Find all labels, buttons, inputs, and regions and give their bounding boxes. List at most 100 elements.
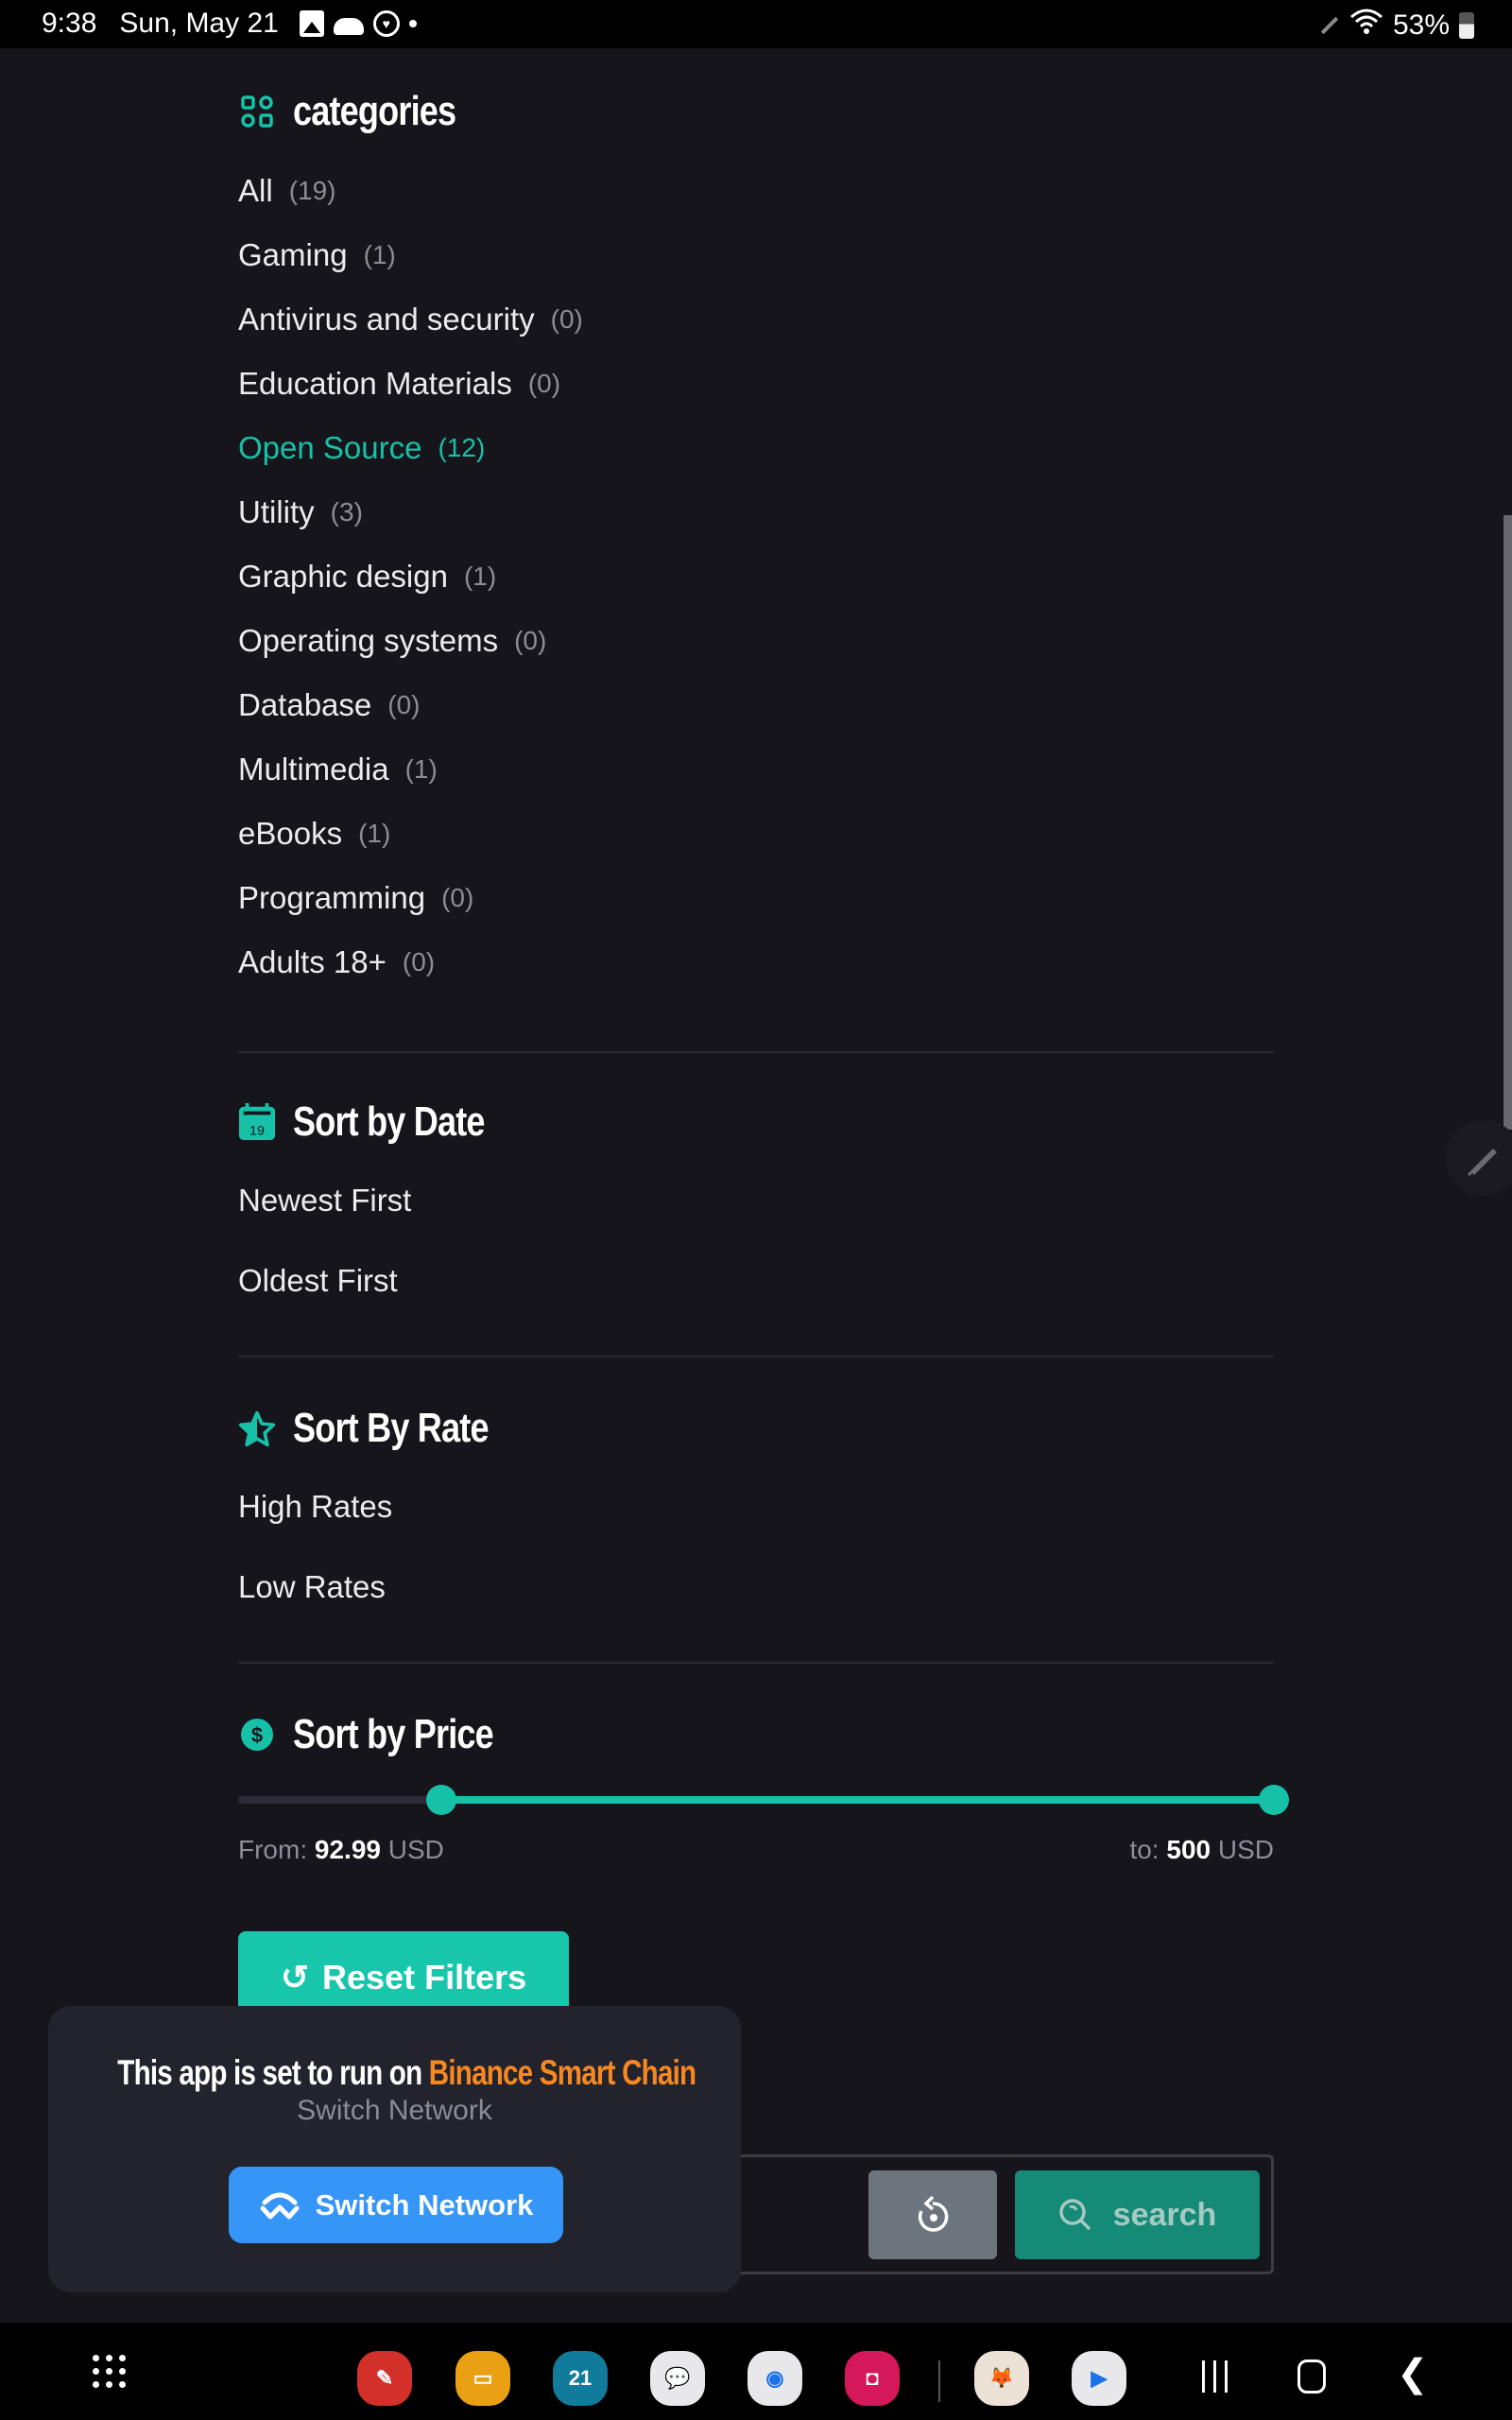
category-label: Database	[238, 687, 372, 722]
navigation-bar: ✎ ▭ 21 💬 ◉ ◘ 🦊 ▶ ❮	[0, 2323, 1512, 2420]
categories-header: categories	[238, 83, 1274, 140]
category-item[interactable]: Database (0)	[238, 673, 1274, 737]
category-label: Graphic design	[238, 559, 448, 594]
sort-by-date-header: 19 Sort by Date	[238, 1094, 1274, 1150]
category-count: (12)	[438, 433, 486, 462]
category-count: (0)	[514, 626, 547, 655]
sort-high-rates[interactable]: High Rates	[238, 1466, 1274, 1547]
reset-filters-button[interactable]: ↺ Reset Filters	[238, 1931, 569, 2016]
calendar-icon: 19	[238, 1103, 276, 1141]
page-scrollbar[interactable]	[1503, 515, 1512, 1130]
category-label: eBooks	[238, 816, 343, 851]
category-item[interactable]: Gaming (1)	[238, 223, 1274, 287]
category-grid-icon	[238, 93, 276, 130]
sort-by-date-title: Sort by Date	[293, 1098, 486, 1145]
clock: 9:38	[42, 8, 97, 39]
category-count: (0)	[387, 690, 421, 719]
category-item[interactable]: All (19)	[238, 159, 1274, 223]
category-count: (0)	[441, 883, 474, 912]
chain-name: Binance Smart Chain	[428, 2053, 696, 2092]
notes-app-icon[interactable]: ✎	[357, 2351, 412, 2406]
category-label: Education Materials	[238, 366, 512, 401]
edit-floating-button[interactable]	[1446, 1120, 1512, 1196]
category-count: (3)	[330, 497, 363, 527]
camera-app-icon[interactable]: ◘	[845, 2351, 900, 2406]
category-count: (1)	[404, 754, 438, 784]
dock-separator	[938, 2360, 940, 2402]
sort-by-rate-header: Sort By Rate	[238, 1400, 1274, 1457]
more-dot-icon	[408, 20, 417, 27]
category-item[interactable]: eBooks (1)	[238, 802, 1274, 866]
files-app-icon[interactable]: ▭	[455, 2351, 510, 2406]
sort-oldest-first[interactable]: Oldest First	[238, 1240, 1274, 1321]
price-to-value: 500	[1166, 1835, 1211, 1864]
search-icon	[1058, 2199, 1091, 2231]
refresh-button[interactable]	[868, 2170, 997, 2259]
search-button[interactable]: search	[1015, 2170, 1260, 2259]
slider-selected-range	[440, 1796, 1274, 1804]
category-label: Gaming	[238, 237, 348, 272]
category-label: Open Source	[238, 430, 422, 465]
category-label: Operating systems	[238, 623, 499, 658]
category-label: Programming	[238, 880, 426, 915]
battery-icon	[1459, 11, 1474, 39]
slider-max-handle[interactable]	[1259, 1785, 1289, 1815]
category-count: (0)	[402, 947, 436, 977]
category-item[interactable]: Antivirus and security (0)	[238, 287, 1274, 352]
svg-text:19: 19	[249, 1123, 265, 1138]
divider	[238, 1356, 1274, 1357]
category-item[interactable]: Utility (3)	[238, 480, 1274, 544]
category-item[interactable]: Programming (0)	[238, 866, 1274, 930]
battery-percent: 53%	[1392, 9, 1450, 41]
slider-min-handle[interactable]	[425, 1785, 456, 1815]
search-bar: search	[718, 2154, 1274, 2274]
category-count: (1)	[358, 819, 391, 848]
switch-network-button[interactable]: Switch Network	[229, 2167, 563, 2243]
category-item[interactable]: Graphic design (1)	[238, 544, 1274, 609]
category-count: (0)	[550, 304, 583, 334]
category-list: All (19) Gaming (1) Antivirus and security (0…	[238, 159, 1274, 994]
popup-subtitle: Switch Network	[297, 2095, 492, 2126]
category-label: Adults 18+	[238, 944, 387, 979]
category-label: Antivirus and security	[238, 302, 535, 337]
recents-button[interactable]	[1202, 2360, 1228, 2393]
category-item[interactable]: Open Source (12)	[238, 416, 1274, 480]
popup-title: This app is set to run on Binance Smart …	[117, 2053, 696, 2092]
messages-app-icon[interactable]: 💬	[650, 2351, 705, 2406]
date: Sun, May 21	[119, 8, 279, 39]
category-count: (1)	[463, 562, 497, 591]
app-drawer-icon[interactable]	[93, 2355, 127, 2389]
category-label: Utility	[238, 494, 315, 529]
sort-low-rates[interactable]: Low Rates	[238, 1547, 1274, 1627]
category-label: Multimedia	[238, 752, 389, 786]
sort-newest-first[interactable]: Newest First	[238, 1160, 1274, 1240]
switch-network-popup: This app is set to run on Binance Smart …	[48, 2006, 741, 2292]
back-button[interactable]: ❮	[1397, 2355, 1429, 2393]
metamask-app-icon[interactable]: 🦊	[974, 2351, 1029, 2406]
status-bar: 9:38 Sun, May 21 ♥ 53%	[0, 0, 1512, 48]
price-from-value: 92.99	[314, 1835, 381, 1864]
category-item[interactable]: Education Materials (0)	[238, 352, 1274, 416]
category-label: All	[238, 173, 273, 208]
home-button[interactable]	[1297, 2360, 1326, 2394]
walletconnect-icon	[260, 2192, 300, 2219]
sort-by-price-header: $ Sort by Price	[238, 1706, 1274, 1763]
divider	[238, 1051, 1274, 1053]
category-item[interactable]: Multimedia (1)	[238, 737, 1274, 802]
filters-panel: categories All (19) Gaming (1) Antivirus and…	[238, 48, 1289, 2016]
price-range-slider[interactable]	[238, 1780, 1289, 1818]
category-item[interactable]: Adults 18+ (0)	[238, 930, 1274, 994]
calendar-app-icon[interactable]: 21	[553, 2351, 608, 2406]
chrome-app-icon[interactable]: ◉	[747, 2351, 802, 2406]
svg-text:$: $	[251, 1723, 263, 1747]
pen-icon	[1467, 1149, 1497, 1177]
cloud-icon	[333, 18, 364, 35]
gallery-icon	[299, 10, 324, 37]
price-to: to: 500 USD	[1129, 1835, 1274, 1864]
category-count: (0)	[527, 369, 561, 398]
dollar-coin-icon: $	[238, 1716, 276, 1754]
category-count: (19)	[288, 176, 336, 205]
category-item[interactable]: Operating systems (0)	[238, 609, 1274, 673]
play-store-app-icon[interactable]: ▶	[1072, 2351, 1126, 2406]
price-from: From: 92.99 USD	[238, 1835, 444, 1864]
